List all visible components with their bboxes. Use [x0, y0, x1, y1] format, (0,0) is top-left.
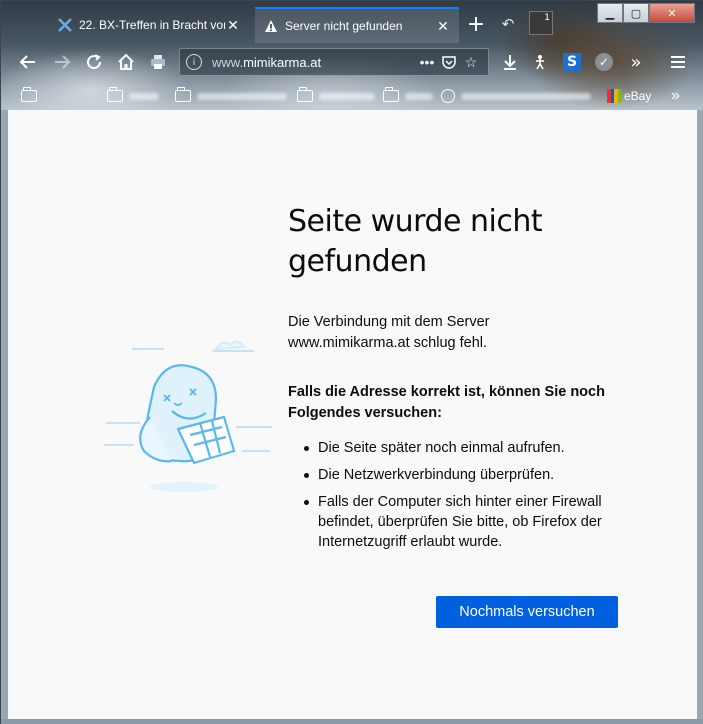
navigation-toolbar: i www.mimikarma.at ••• ☆ S ✓ » [1, 44, 703, 80]
ebay-logo-icon [607, 89, 621, 103]
redacted-label [319, 92, 375, 100]
tab-close-icon[interactable]: ✕ [225, 17, 241, 33]
globe-icon [441, 89, 455, 103]
tab-bx-treffen[interactable]: 22. BX-Treffen in Bracht vom ✕ [49, 7, 249, 43]
extension-check-icon[interactable]: ✓ [591, 49, 617, 75]
folder-icon [297, 87, 313, 102]
bookmark-folder[interactable] [383, 87, 433, 105]
redacted-label [405, 92, 433, 100]
list-item: Die Netzwerkverbindung überprüfen. [304, 465, 638, 485]
url-text[interactable]: www.mimikarma.at [212, 55, 416, 70]
browser-window: 22. BX-Treffen in Bracht vom ✕ Server ni… [0, 0, 703, 724]
folder-icon [175, 87, 191, 102]
error-page: Seite wurde nicht gefunden Die Verbindun… [8, 110, 697, 719]
retry-button[interactable]: Nochmals versuchen [436, 596, 618, 628]
new-tab-plus-icon[interactable]: + [463, 11, 489, 37]
pocket-icon[interactable] [438, 55, 460, 69]
forward-arrow-icon[interactable] [49, 49, 75, 75]
maximize-icon[interactable]: ▢ [623, 3, 649, 23]
bookmarks-toolbar: eBay » [1, 81, 703, 110]
downloads-icon[interactable] [497, 49, 523, 75]
error-text-column: Seite wurde nicht gefunden Die Verbindun… [288, 202, 638, 559]
window-border-bottom [1, 719, 703, 724]
browser-chrome-theme: 22. BX-Treffen in Bracht vom ✕ Server ni… [1, 1, 703, 110]
home-icon[interactable] [113, 49, 139, 75]
redacted-label [129, 92, 159, 100]
bookmark-label: eBay [624, 89, 652, 103]
tab-title: 22. BX-Treffen in Bracht vom [79, 18, 225, 32]
error-description: Die Verbindung mit dem Server www.mimika… [288, 314, 490, 351]
extension-s-icon[interactable]: S [559, 49, 585, 75]
bookmark-site[interactable] [441, 87, 591, 105]
tab-title: Server nicht gefunden [285, 19, 403, 33]
folder-icon [21, 87, 37, 102]
tab-bar: 22. BX-Treffen in Bracht vom ✕ Server ni… [1, 1, 703, 43]
reload-icon[interactable] [81, 49, 107, 75]
list-item: Falls der Computer sich hinter einer Fir… [304, 492, 638, 552]
bookmarks-overflow-chevron-icon[interactable]: » [671, 87, 680, 105]
list-item: Die Seite später noch einmal aufrufen. [304, 438, 638, 458]
hamburger-menu-icon[interactable] [665, 49, 691, 75]
connection-failure-illustration [104, 339, 274, 499]
folder-icon [383, 87, 399, 102]
bookmark-folder[interactable] [107, 87, 159, 105]
url-bar[interactable]: i www.mimikarma.at ••• ☆ [179, 48, 489, 76]
overflow-chevron-icon[interactable]: » [623, 49, 649, 75]
print-icon[interactable] [145, 49, 171, 75]
window-border-right [697, 110, 703, 719]
bookmark-star-icon[interactable]: ☆ [460, 54, 482, 71]
back-arrow-icon[interactable] [15, 49, 41, 75]
tab-counter-badge[interactable]: 1 [529, 11, 553, 35]
undo-close-tab-icon[interactable]: ↶ [497, 13, 519, 35]
bookmark-folder[interactable] [297, 87, 375, 105]
page-actions-more-icon[interactable]: ••• [416, 54, 438, 70]
redacted-label [461, 92, 591, 100]
minimize-icon[interactable]: ▁ [597, 3, 623, 23]
extension-figure-icon[interactable] [527, 49, 553, 75]
bookmark-ebay[interactable]: eBay [607, 87, 651, 105]
tab-close-icon[interactable]: ✕ [435, 18, 451, 34]
window-border-left [1, 110, 8, 719]
bx-logo-icon [57, 17, 73, 33]
error-title: Seite wurde nicht gefunden [288, 204, 543, 279]
redacted-label [197, 92, 287, 100]
suggestions-heading: Falls die Adresse korrekt ist, können Si… [288, 384, 605, 421]
tab-server-not-found[interactable]: Server nicht gefunden ✕ [255, 7, 459, 43]
window-controls: ▁ ▢ ✕ [597, 3, 695, 23]
window-close-icon[interactable]: ✕ [649, 3, 695, 23]
suggestions-list: Die Seite später noch einmal aufrufen. D… [288, 438, 638, 552]
site-info-icon[interactable]: i [186, 54, 202, 70]
bookmark-folder[interactable] [21, 87, 37, 105]
warning-icon [263, 18, 279, 34]
folder-icon [107, 87, 123, 102]
bookmark-folder[interactable] [175, 87, 287, 105]
